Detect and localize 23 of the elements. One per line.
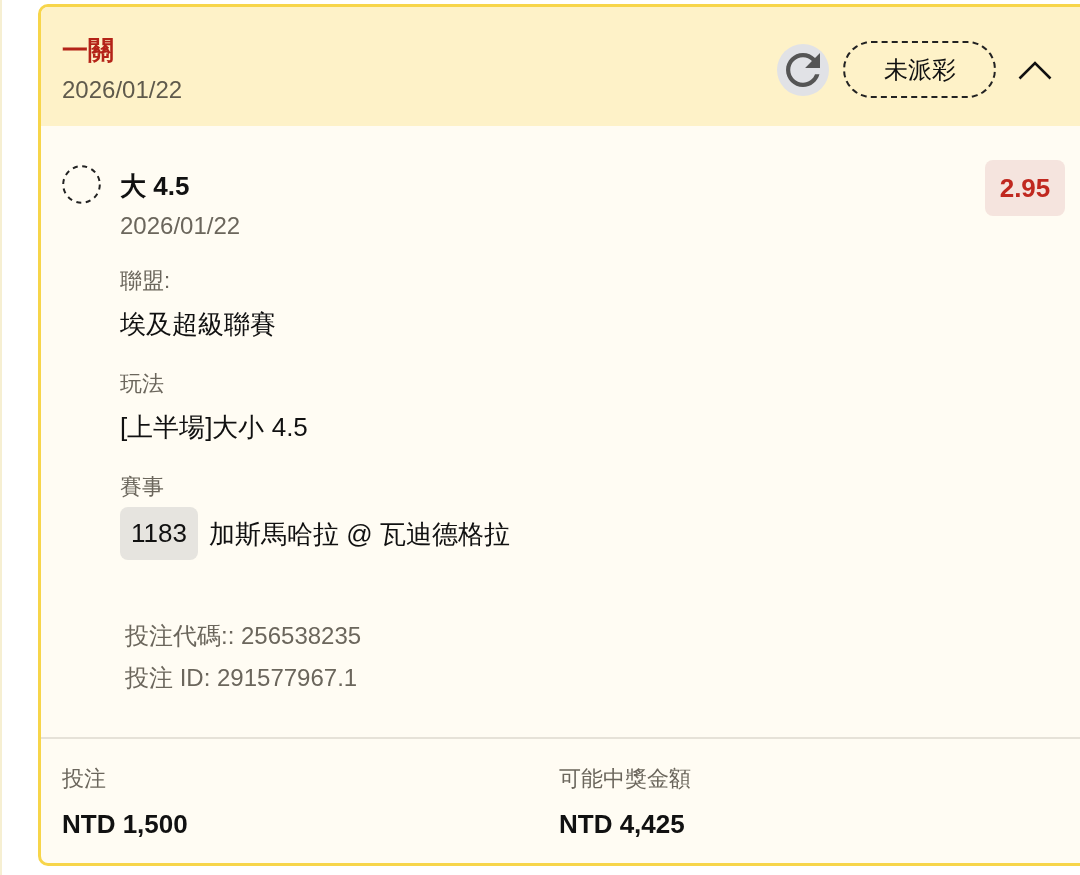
match-number-badge: 1183: [120, 507, 198, 560]
bet-id: 投注 ID: 291577967.1: [125, 663, 358, 693]
summary-label: 可能中獎金額: [559, 765, 691, 793]
event-date: 2026/01/22: [120, 211, 241, 241]
refresh-button[interactable]: [777, 43, 829, 96]
chevron-up-icon[interactable]: [1018, 59, 1052, 80]
summary-label: 投注: [62, 765, 106, 793]
status-badge: 未派彩: [843, 41, 996, 98]
odds-badge: 2.95: [985, 160, 1065, 216]
field-label: 玩法: [120, 370, 164, 398]
refresh-icon: [786, 52, 820, 87]
summary-value: NTD 4,425: [559, 808, 685, 840]
field-label: 聯盟:: [120, 267, 171, 295]
bet-code: 投注代碼:: 256538235: [125, 621, 362, 651]
field-value: 埃及超級聯賽: [120, 308, 276, 341]
header-date: 2026/01/22: [62, 75, 183, 105]
pick-label: 大 4.5: [120, 170, 190, 202]
parlay-title: 一關: [62, 34, 114, 66]
match-name: 加斯馬哈拉 @ 瓦迪德格拉: [208, 517, 510, 551]
summary-value: NTD 1,500: [62, 808, 188, 840]
field-value: [上半場]大小 4.5: [120, 411, 308, 444]
dashed-circle-icon: [62, 165, 101, 204]
field-label: 賽事: [120, 473, 164, 501]
